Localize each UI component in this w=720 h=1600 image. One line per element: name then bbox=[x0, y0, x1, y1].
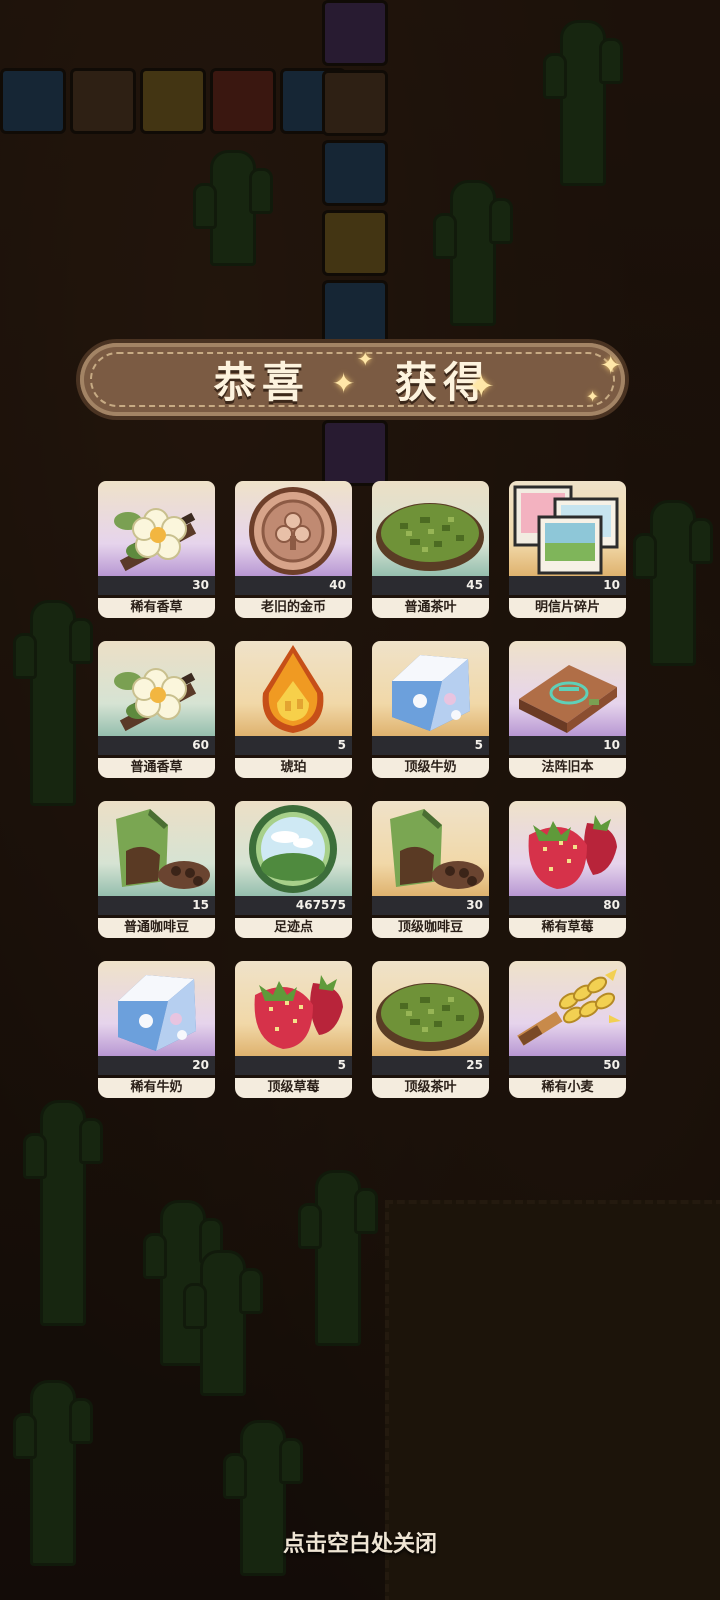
reward-card-background: 30 bbox=[98, 481, 215, 595]
reward-card[interactable]: 5 琥珀 bbox=[235, 641, 352, 778]
reward-quantity: 467575 bbox=[235, 896, 352, 915]
reward-card-background: 50 bbox=[509, 961, 626, 1075]
reward-card-background: 30 bbox=[372, 801, 489, 915]
reward-card[interactable]: 10 明信片碎片 bbox=[509, 481, 626, 618]
reward-card-background: 10 bbox=[509, 481, 626, 595]
reward-card[interactable]: 50 稀有小麦 bbox=[509, 961, 626, 1098]
reward-quantity: 30 bbox=[98, 576, 215, 595]
congrats-banner: ✦ ✦ ✦ ✦ ✦ 恭喜 获得 bbox=[80, 343, 625, 416]
reward-card-background: 80 bbox=[509, 801, 626, 915]
reward-name: 普通香草 bbox=[98, 758, 215, 778]
reward-quantity: 10 bbox=[509, 736, 626, 755]
vanilla-flower-icon bbox=[98, 481, 215, 577]
sparkle-icon: ✦ bbox=[467, 367, 501, 405]
sparkle-icon: ✦ bbox=[599, 351, 628, 381]
reward-quantity: 30 bbox=[372, 896, 489, 915]
reward-name: 稀有牛奶 bbox=[98, 1078, 215, 1098]
reward-card[interactable]: 30 顶级咖啡豆 bbox=[372, 801, 489, 938]
footprint-orb-icon bbox=[235, 801, 352, 897]
reward-card[interactable]: 467575 足迹点 bbox=[235, 801, 352, 938]
reward-name: 稀有草莓 bbox=[509, 918, 626, 938]
strawberry-icon bbox=[235, 961, 352, 1057]
postcard-fragment-icon bbox=[509, 481, 626, 577]
strawberry-icon bbox=[509, 801, 626, 897]
reward-quantity: 5 bbox=[235, 736, 352, 755]
reward-name: 稀有香草 bbox=[98, 598, 215, 618]
sparkle-icon: ✦ bbox=[331, 367, 362, 400]
banner-title: ✦ ✦ ✦ ✦ ✦ 恭喜 获得 bbox=[213, 347, 622, 410]
reward-name: 法阵旧本 bbox=[509, 758, 626, 778]
reward-card-background: 5 bbox=[235, 641, 352, 755]
coffee-bag-icon bbox=[372, 801, 489, 897]
reward-card-background: 20 bbox=[98, 961, 215, 1075]
reward-card[interactable]: 40 老旧的金币 bbox=[235, 481, 352, 618]
reward-quantity: 45 bbox=[372, 576, 489, 595]
old-spellbook-icon bbox=[509, 641, 626, 737]
reward-quantity: 25 bbox=[372, 1056, 489, 1075]
reward-card[interactable]: 5 顶级草莓 bbox=[235, 961, 352, 1098]
reward-card-background: 5 bbox=[235, 961, 352, 1075]
milk-carton-icon bbox=[372, 641, 489, 737]
wheat-icon bbox=[509, 961, 626, 1057]
reward-name: 琥珀 bbox=[235, 758, 352, 778]
reward-name: 普通咖啡豆 bbox=[98, 918, 215, 938]
close-hint[interactable]: 点击空白处关闭 bbox=[0, 1526, 720, 1558]
reward-card[interactable]: 80 稀有草莓 bbox=[509, 801, 626, 938]
reward-grid: 30 稀有香草 40 老旧的金币 45 普通茶叶 10 明信片碎片 60 普通香草 5 琥珀 5 顶级牛奶… bbox=[98, 481, 628, 1098]
reward-name: 顶级咖啡豆 bbox=[372, 918, 489, 938]
reward-name: 稀有小麦 bbox=[509, 1078, 626, 1098]
coffee-bag-icon bbox=[98, 801, 215, 897]
reward-card-background: 40 bbox=[235, 481, 352, 595]
banner-title-left: 恭喜 bbox=[213, 358, 310, 407]
reward-quantity: 15 bbox=[98, 896, 215, 915]
reward-card-background: 25 bbox=[372, 961, 489, 1075]
reward-quantity: 10 bbox=[509, 576, 626, 595]
sparkle-icon: ✦ bbox=[356, 347, 380, 371]
reward-card-background: 45 bbox=[372, 481, 489, 595]
reward-card[interactable]: 60 普通香草 bbox=[98, 641, 215, 778]
reward-card-background: 10 bbox=[509, 641, 626, 755]
reward-name: 顶级草莓 bbox=[235, 1078, 352, 1098]
reward-quantity: 80 bbox=[509, 896, 626, 915]
reward-card-background: 467575 bbox=[235, 801, 352, 915]
reward-quantity: 60 bbox=[98, 736, 215, 755]
reward-name: 足迹点 bbox=[235, 918, 352, 938]
reward-card-background: 15 bbox=[98, 801, 215, 915]
sparkle-icon: ✦ bbox=[585, 387, 606, 406]
reward-card[interactable]: 15 普通咖啡豆 bbox=[98, 801, 215, 938]
amber-icon bbox=[235, 641, 352, 737]
reward-name: 普通茶叶 bbox=[372, 598, 489, 618]
reward-card[interactable]: 20 稀有牛奶 bbox=[98, 961, 215, 1098]
reward-quantity: 50 bbox=[509, 1056, 626, 1075]
reward-card[interactable]: 30 稀有香草 bbox=[98, 481, 215, 618]
reward-quantity: 20 bbox=[98, 1056, 215, 1075]
reward-name: 顶级牛奶 bbox=[372, 758, 489, 778]
reward-name: 老旧的金币 bbox=[235, 598, 352, 618]
reward-card-background: 60 bbox=[98, 641, 215, 755]
reward-name: 明信片碎片 bbox=[509, 598, 626, 618]
reward-card[interactable]: 25 顶级茶叶 bbox=[372, 961, 489, 1098]
old-coin-icon bbox=[235, 481, 352, 577]
reward-name: 顶级茶叶 bbox=[372, 1078, 489, 1098]
milk-carton-icon bbox=[98, 961, 215, 1057]
reward-quantity: 40 bbox=[235, 576, 352, 595]
reward-quantity: 5 bbox=[235, 1056, 352, 1075]
reward-quantity: 5 bbox=[372, 736, 489, 755]
reward-card[interactable]: 5 顶级牛奶 bbox=[372, 641, 489, 778]
reward-card[interactable]: 45 普通茶叶 bbox=[372, 481, 489, 618]
tea-leaves-icon bbox=[372, 961, 489, 1057]
tea-leaves-icon bbox=[372, 481, 489, 577]
reward-card[interactable]: 10 法阵旧本 bbox=[509, 641, 626, 778]
reward-card-background: 5 bbox=[372, 641, 489, 755]
vanilla-flower-icon bbox=[98, 641, 215, 737]
